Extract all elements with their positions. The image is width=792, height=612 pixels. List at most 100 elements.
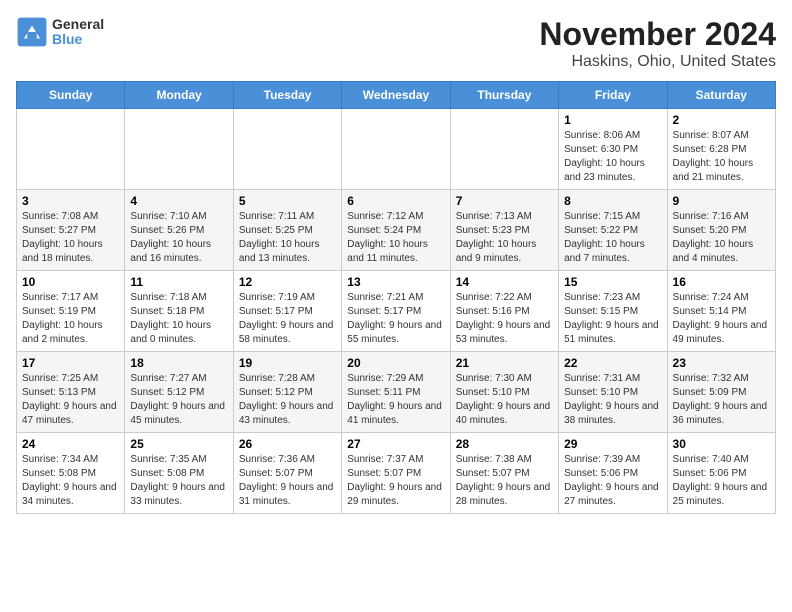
day-info: Sunrise: 8:07 AMSunset: 6:28 PMDaylight:…: [673, 129, 770, 185]
day-number: 16: [673, 275, 770, 289]
day-info: Sunrise: 7:36 AMSunset: 5:07 PMDaylight:…: [239, 453, 336, 509]
calendar-cell: 5 Sunrise: 7:11 AMSunset: 5:25 PMDaylight…: [233, 190, 341, 271]
title-area: November 2024 Haskins, Ohio, United Stat…: [539, 16, 776, 71]
calendar-cell: 26 Sunrise: 7:36 AMSunset: 5:07 PMDayligh…: [233, 433, 341, 514]
day-info: Sunrise: 7:24 AMSunset: 5:14 PMDaylight:…: [673, 291, 770, 347]
day-number: 24: [22, 437, 119, 451]
day-number: 17: [22, 356, 119, 370]
logo-line2: Blue: [52, 32, 104, 47]
day-info: Sunrise: 7:29 AMSunset: 5:11 PMDaylight:…: [347, 372, 444, 428]
day-of-week-header: Thursday: [450, 82, 558, 109]
day-number: 3: [22, 194, 119, 208]
calendar-cell: 29 Sunrise: 7:39 AMSunset: 5:06 PMDayligh…: [559, 433, 667, 514]
day-info: Sunrise: 8:06 AMSunset: 6:30 PMDaylight:…: [564, 129, 661, 185]
calendar-cell: [450, 109, 558, 190]
calendar-cell: [17, 109, 125, 190]
calendar-cell: 24 Sunrise: 7:34 AMSunset: 5:08 PMDayligh…: [17, 433, 125, 514]
day-number: 21: [456, 356, 553, 370]
day-number: 11: [130, 275, 227, 289]
day-number: 13: [347, 275, 444, 289]
day-info: Sunrise: 7:27 AMSunset: 5:12 PMDaylight:…: [130, 372, 227, 428]
day-number: 14: [456, 275, 553, 289]
day-number: 6: [347, 194, 444, 208]
day-info: Sunrise: 7:13 AMSunset: 5:23 PMDaylight:…: [456, 210, 553, 266]
day-info: Sunrise: 7:37 AMSunset: 5:07 PMDaylight:…: [347, 453, 444, 509]
day-info: Sunrise: 7:10 AMSunset: 5:26 PMDaylight:…: [130, 210, 227, 266]
day-info: Sunrise: 7:18 AMSunset: 5:18 PMDaylight:…: [130, 291, 227, 347]
day-info: Sunrise: 7:39 AMSunset: 5:06 PMDaylight:…: [564, 453, 661, 509]
calendar-cell: 28 Sunrise: 7:38 AMSunset: 5:07 PMDayligh…: [450, 433, 558, 514]
day-info: Sunrise: 7:40 AMSunset: 5:06 PMDaylight:…: [673, 453, 770, 509]
calendar-cell: 4 Sunrise: 7:10 AMSunset: 5:26 PMDaylight…: [125, 190, 233, 271]
day-number: 4: [130, 194, 227, 208]
day-of-week-header: Saturday: [667, 82, 775, 109]
calendar-cell: 30Sunrise: 7:40 AMSunset: 5:06 PMDayligh…: [667, 433, 775, 514]
calendar-cell: 14 Sunrise: 7:22 AMSunset: 5:16 PMDayligh…: [450, 271, 558, 352]
day-of-week-header: Tuesday: [233, 82, 341, 109]
logo-text: General Blue: [52, 17, 104, 48]
day-info: Sunrise: 7:22 AMSunset: 5:16 PMDaylight:…: [456, 291, 553, 347]
day-number: 15: [564, 275, 661, 289]
logo: General Blue: [16, 16, 104, 48]
calendar-cell: [125, 109, 233, 190]
calendar-cell: 27 Sunrise: 7:37 AMSunset: 5:07 PMDayligh…: [342, 433, 450, 514]
day-of-week-header: Wednesday: [342, 82, 450, 109]
calendar-cell: 16 Sunrise: 7:24 AMSunset: 5:14 PMDayligh…: [667, 271, 775, 352]
calendar-title: November 2024: [539, 16, 776, 53]
calendar-cell: 25 Sunrise: 7:35 AMSunset: 5:08 PMDayligh…: [125, 433, 233, 514]
day-info: Sunrise: 7:19 AMSunset: 5:17 PMDaylight:…: [239, 291, 336, 347]
day-number: 23: [673, 356, 770, 370]
page-header: General Blue November 2024 Haskins, Ohio…: [16, 16, 776, 71]
day-number: 19: [239, 356, 336, 370]
day-info: Sunrise: 7:23 AMSunset: 5:15 PMDaylight:…: [564, 291, 661, 347]
calendar-cell: 11 Sunrise: 7:18 AMSunset: 5:18 PMDayligh…: [125, 271, 233, 352]
calendar-cell: 21 Sunrise: 7:30 AMSunset: 5:10 PMDayligh…: [450, 352, 558, 433]
calendar-cell: 12 Sunrise: 7:19 AMSunset: 5:17 PMDayligh…: [233, 271, 341, 352]
day-number: 28: [456, 437, 553, 451]
calendar-cell: 17Sunrise: 7:25 AMSunset: 5:13 PMDayligh…: [17, 352, 125, 433]
calendar-cell: 1 Sunrise: 8:06 AMSunset: 6:30 PMDaylight…: [559, 109, 667, 190]
day-info: Sunrise: 7:28 AMSunset: 5:12 PMDaylight:…: [239, 372, 336, 428]
day-info: Sunrise: 7:21 AMSunset: 5:17 PMDaylight:…: [347, 291, 444, 347]
logo-line1: General: [52, 17, 104, 32]
calendar-cell: 13 Sunrise: 7:21 AMSunset: 5:17 PMDayligh…: [342, 271, 450, 352]
calendar-cell: 6 Sunrise: 7:12 AMSunset: 5:24 PMDaylight…: [342, 190, 450, 271]
day-info: Sunrise: 7:12 AMSunset: 5:24 PMDaylight:…: [347, 210, 444, 266]
day-number: 26: [239, 437, 336, 451]
day-info: Sunrise: 7:15 AMSunset: 5:22 PMDaylight:…: [564, 210, 661, 266]
calendar-table: SundayMondayTuesdayWednesdayThursdayFrid…: [16, 81, 776, 514]
calendar-cell: 23 Sunrise: 7:32 AMSunset: 5:09 PMDayligh…: [667, 352, 775, 433]
calendar-cell: 18 Sunrise: 7:27 AMSunset: 5:12 PMDayligh…: [125, 352, 233, 433]
day-number: 9: [673, 194, 770, 208]
day-number: 1: [564, 113, 661, 127]
day-number: 12: [239, 275, 336, 289]
day-number: 18: [130, 356, 227, 370]
day-number: 5: [239, 194, 336, 208]
day-info: Sunrise: 7:11 AMSunset: 5:25 PMDaylight:…: [239, 210, 336, 266]
day-info: Sunrise: 7:31 AMSunset: 5:10 PMDaylight:…: [564, 372, 661, 428]
day-of-week-header: Sunday: [17, 82, 125, 109]
calendar-body: 1 Sunrise: 8:06 AMSunset: 6:30 PMDaylight…: [17, 109, 776, 514]
day-info: Sunrise: 7:16 AMSunset: 5:20 PMDaylight:…: [673, 210, 770, 266]
calendar-cell: 8Sunrise: 7:15 AMSunset: 5:22 PMDaylight…: [559, 190, 667, 271]
calendar-cell: 9 Sunrise: 7:16 AMSunset: 5:20 PMDaylight…: [667, 190, 775, 271]
day-number: 22: [564, 356, 661, 370]
day-number: 25: [130, 437, 227, 451]
calendar-subtitle: Haskins, Ohio, United States: [539, 53, 776, 71]
day-number: 27: [347, 437, 444, 451]
day-number: 10: [22, 275, 119, 289]
calendar-cell: 20Sunrise: 7:29 AMSunset: 5:11 PMDayligh…: [342, 352, 450, 433]
day-info: Sunrise: 7:38 AMSunset: 5:07 PMDaylight:…: [456, 453, 553, 509]
day-info: Sunrise: 7:32 AMSunset: 5:09 PMDaylight:…: [673, 372, 770, 428]
calendar-cell: 2 Sunrise: 8:07 AMSunset: 6:28 PMDaylight…: [667, 109, 775, 190]
calendar-cell: [233, 109, 341, 190]
day-number: 29: [564, 437, 661, 451]
day-info: Sunrise: 7:30 AMSunset: 5:10 PMDaylight:…: [456, 372, 553, 428]
day-info: Sunrise: 7:34 AMSunset: 5:08 PMDaylight:…: [22, 453, 119, 509]
day-of-week-header: Monday: [125, 82, 233, 109]
calendar-cell: 3Sunrise: 7:08 AMSunset: 5:27 PMDaylight…: [17, 190, 125, 271]
day-number: 2: [673, 113, 770, 127]
day-info: Sunrise: 7:35 AMSunset: 5:08 PMDaylight:…: [130, 453, 227, 509]
calendar-cell: 22 Sunrise: 7:31 AMSunset: 5:10 PMDayligh…: [559, 352, 667, 433]
calendar-cell: 19 Sunrise: 7:28 AMSunset: 5:12 PMDayligh…: [233, 352, 341, 433]
